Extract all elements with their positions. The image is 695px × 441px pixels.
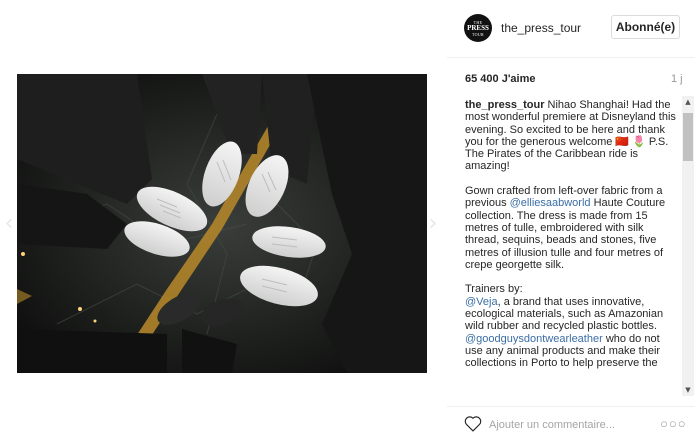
avatar[interactable]: THE PRESS TOUR bbox=[464, 14, 492, 42]
post-age: 1 j bbox=[671, 73, 683, 85]
caption-paragraph: Trainers by: @Veja, a brand that uses inn… bbox=[465, 283, 679, 369]
comment-bar: ○○○ bbox=[447, 406, 695, 441]
caption-paragraph: Gown crafted from left-over fabric from … bbox=[465, 185, 679, 271]
caption-username-link[interactable]: the_press_tour bbox=[465, 99, 544, 111]
comment-input[interactable] bbox=[489, 416, 639, 433]
username-link[interactable]: the_press_tour bbox=[501, 21, 581, 35]
caption-text: Trainers by: bbox=[465, 283, 523, 296]
caption-scrollbar[interactable]: ▲ ▼ bbox=[682, 96, 694, 396]
like-count[interactable]: 65 400 J'aime bbox=[465, 73, 536, 85]
shoes-photo-image bbox=[17, 74, 427, 373]
more-options-icon[interactable]: ○○○ bbox=[660, 416, 687, 432]
avatar-logo-line: TOUR bbox=[471, 31, 485, 37]
post-photo[interactable] bbox=[17, 74, 427, 373]
caption: the_press_tour Nihao Shanghai! Had the m… bbox=[465, 99, 679, 398]
mention-link[interactable]: @Veja bbox=[465, 296, 498, 308]
post-header: THE PRESS TOUR the_press_tour Abonné(e) bbox=[447, 0, 695, 58]
following-button[interactable]: Abonné(e) bbox=[611, 15, 680, 39]
avatar-logo-line: PRESS bbox=[467, 23, 489, 32]
post-sidebar: THE PRESS TOUR the_press_tour Abonné(e) … bbox=[447, 0, 695, 441]
scroll-thumb[interactable] bbox=[683, 113, 693, 161]
mention-link[interactable]: @goodguysdontwearleather bbox=[465, 333, 603, 345]
next-arrow-icon[interactable]: › bbox=[426, 212, 440, 236]
scroll-up-icon[interactable]: ▲ bbox=[682, 96, 694, 108]
caption-paragraph: the_press_tour Nihao Shanghai! Had the m… bbox=[465, 99, 679, 173]
mention-link[interactable]: @elliesaabworld bbox=[510, 197, 591, 209]
photo-pane: ‹ › bbox=[0, 0, 447, 441]
heart-icon[interactable] bbox=[464, 416, 482, 432]
previous-arrow-icon[interactable]: ‹ bbox=[2, 212, 16, 236]
scroll-down-icon[interactable]: ▼ bbox=[682, 384, 694, 396]
